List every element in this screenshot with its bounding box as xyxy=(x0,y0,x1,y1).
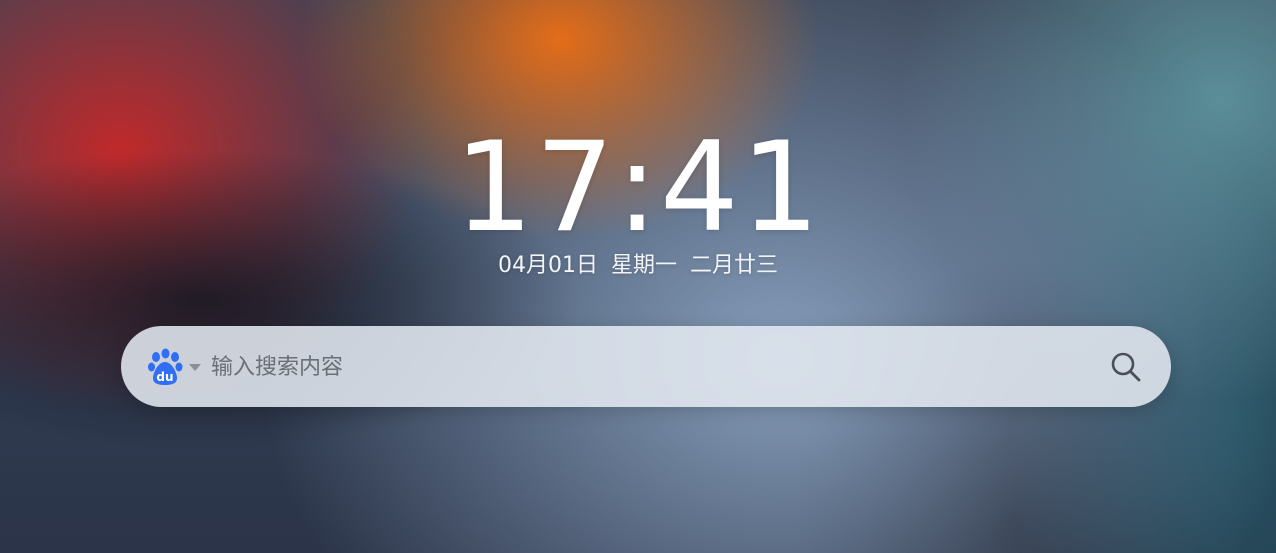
lunar-date-text: 二月廿三 xyxy=(690,253,779,278)
search-engine-selector[interactable]: du xyxy=(147,348,207,386)
search-input[interactable] xyxy=(211,346,1071,388)
search-icon xyxy=(1111,352,1141,382)
weekday-text: 星期一 xyxy=(610,253,677,278)
baidu-icon: du xyxy=(148,348,183,385)
chevron-down-icon xyxy=(189,364,201,371)
date-text: 04月01日 xyxy=(497,253,598,278)
svg-text:du: du xyxy=(156,370,173,384)
search-button[interactable] xyxy=(1107,348,1145,386)
date-line: 04月01日 星期一 二月廿三 xyxy=(0,252,1276,280)
clock-time: 17:41 xyxy=(454,116,822,260)
new-tab-page: 17:41 04月01日 星期一 二月廿三 du xyxy=(0,0,1276,553)
search-bar: du xyxy=(121,326,1171,407)
